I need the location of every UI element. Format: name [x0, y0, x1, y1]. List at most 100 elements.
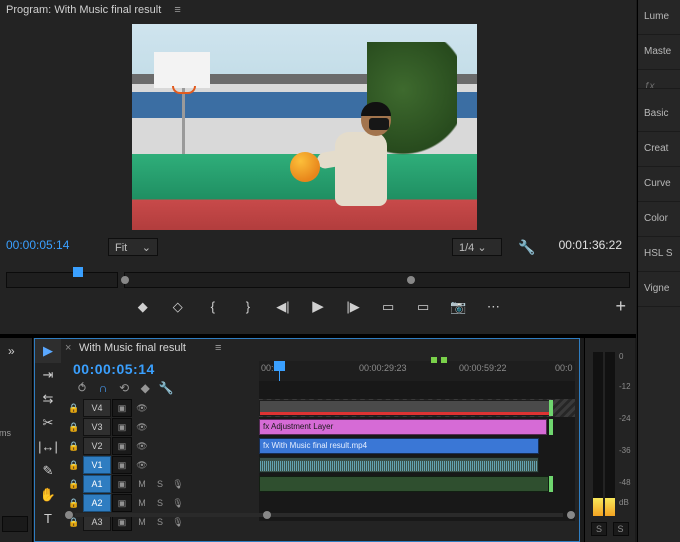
sync-lock-icon[interactable]: ▣: [112, 399, 132, 417]
meter-label: -12: [619, 382, 631, 391]
zoom-handle-right[interactable]: [567, 511, 575, 519]
sync-lock-icon[interactable]: ▣: [112, 437, 132, 455]
eye-icon[interactable]: 👁: [133, 400, 151, 416]
ruler-label: 00:00:59:22: [459, 363, 507, 373]
clip-adjustment-layer[interactable]: fx Adjustment Layer: [259, 419, 547, 435]
zoom-handle-right[interactable]: [407, 276, 415, 284]
track-name[interactable]: V2: [83, 437, 111, 455]
track-header-v2[interactable]: 🔒 V2 ▣ 👁: [65, 437, 257, 455]
playback-quality-dropdown[interactable]: 1/4 ⌄: [452, 238, 502, 256]
track-header-v1[interactable]: 🔒 V1 ▣ 👁: [65, 456, 257, 474]
timeline-tracks[interactable]: fx Adjustment Layer fx With Music final …: [259, 381, 575, 521]
pen-tool[interactable]: ✎: [35, 459, 61, 483]
timeline-current-timecode[interactable]: 00:00:05:14: [73, 361, 155, 377]
expand-panel-icon[interactable]: »: [8, 344, 15, 358]
track-name[interactable]: V3: [83, 418, 111, 436]
type-tool[interactable]: T: [35, 507, 61, 531]
insert-mode-icon[interactable]: ⥀: [73, 381, 91, 395]
timeline-sequence-name[interactable]: With Music final result: [79, 342, 186, 354]
export-frame-button[interactable]: 📷: [445, 296, 471, 318]
hand-tool[interactable]: ✋: [35, 483, 61, 507]
razor-tool[interactable]: ✂: [35, 411, 61, 435]
rhs-item-basic[interactable]: Basic: [638, 97, 680, 132]
zoom-handle-left[interactable]: [121, 276, 129, 284]
sync-lock-icon[interactable]: ▣: [112, 456, 132, 474]
sync-lock-icon[interactable]: ▣: [112, 418, 132, 436]
lock-icon[interactable]: 🔒: [65, 476, 83, 492]
track-select-tool[interactable]: ⇥: [35, 363, 61, 387]
zoom-fit-label: Fit: [115, 242, 127, 254]
rhs-item-master[interactable]: Maste: [638, 35, 680, 70]
partial-label-items: ems: [0, 428, 11, 438]
lock-icon[interactable]: 🔒: [65, 438, 83, 454]
rhs-item-lumetri[interactable]: Lume: [638, 0, 680, 35]
timeline-options: ⥀ ∩ ⟲ ◆ 🔧: [73, 381, 273, 399]
zoom-fit-dropdown[interactable]: Fit ⌄: [108, 238, 158, 256]
step-back-button[interactable]: ◀|: [270, 296, 296, 318]
track-name[interactable]: V1: [83, 456, 111, 474]
track-name[interactable]: V4: [83, 399, 111, 417]
rhs-item-curves[interactable]: Curve: [638, 167, 680, 202]
clip-v3[interactable]: [259, 400, 551, 416]
extract-button[interactable]: ▭: [410, 296, 436, 318]
eye-icon[interactable]: 👁: [133, 419, 151, 435]
rhs-item-vignette[interactable]: Vigne: [638, 272, 680, 307]
more-button[interactable]: ⋯: [480, 296, 506, 318]
eye-icon[interactable]: 👁: [133, 438, 151, 454]
program-current-timecode[interactable]: 00:00:05:14: [6, 238, 69, 252]
solo-left[interactable]: S: [591, 522, 607, 536]
play-button[interactable]: ▶: [305, 296, 331, 318]
voiceover-icon[interactable]: 🎙: [169, 476, 187, 492]
clip-a2[interactable]: [259, 476, 549, 492]
rhs-item-creative[interactable]: Creat: [638, 132, 680, 167]
panel-menu-icon[interactable]: ≡: [174, 4, 180, 16]
timeline-settings-icon[interactable]: 🔧: [157, 381, 175, 395]
zoom-handle-mid[interactable]: [263, 511, 271, 519]
rhs-item-color[interactable]: Color: [638, 202, 680, 237]
go-to-out-button[interactable]: }: [235, 296, 261, 318]
solo-button[interactable]: S: [151, 476, 169, 492]
clip-main-video[interactable]: fx With Music final result.mp4: [259, 438, 539, 454]
solo-right[interactable]: S: [613, 522, 629, 536]
program-title: Program: With Music final result ≡: [6, 4, 181, 16]
track-header-v3[interactable]: 🔒 V3 ▣ 👁: [65, 418, 257, 436]
program-playhead-icon[interactable]: [73, 267, 83, 277]
close-tab-icon[interactable]: ×: [65, 342, 71, 354]
step-forward-button[interactable]: |▶: [340, 296, 366, 318]
snap-icon[interactable]: ∩: [94, 381, 112, 395]
marker-icon[interactable]: [431, 357, 437, 363]
lock-icon[interactable]: 🔒: [65, 419, 83, 435]
lift-button[interactable]: ▭: [375, 296, 401, 318]
timeline-menu-icon[interactable]: ≡: [215, 342, 221, 354]
meter-right: [605, 352, 615, 516]
track-header-a1[interactable]: 🔒 A1 ▣ M S 🎙: [65, 475, 257, 493]
lock-icon[interactable]: 🔒: [65, 400, 83, 416]
selection-tool[interactable]: ▶: [35, 339, 61, 363]
ripple-edit-tool[interactable]: ⇆: [35, 387, 61, 411]
button-editor-add[interactable]: +: [615, 296, 626, 317]
rhs-item-hsl[interactable]: HSL S: [638, 237, 680, 272]
program-scrub-bar[interactable]: [6, 266, 630, 292]
mute-button[interactable]: M: [133, 476, 151, 492]
slip-tool[interactable]: |↔|: [35, 435, 61, 459]
marker-icon[interactable]: [441, 357, 447, 363]
quality-label: 1/4: [459, 242, 474, 254]
timeline-zoom-scroll[interactable]: [65, 509, 575, 521]
sync-lock-icon[interactable]: ▣: [112, 475, 132, 493]
track-name[interactable]: A1: [83, 475, 111, 493]
clip-a1[interactable]: [259, 457, 539, 473]
mark-in-button[interactable]: ◆: [130, 296, 156, 318]
timeline-ruler[interactable]: 00:00 00:00:29:23 00:00:59:22 00:0: [259, 361, 575, 381]
track-header-v4[interactable]: 🔒 V4 ▣ 👁: [65, 399, 257, 417]
linked-selection-icon[interactable]: ⟲: [115, 381, 133, 395]
lock-icon[interactable]: 🔒: [65, 457, 83, 473]
mark-out-button[interactable]: ◇: [165, 296, 191, 318]
panel-bottom-button[interactable]: [2, 516, 28, 532]
program-viewer[interactable]: [132, 24, 477, 230]
add-marker-icon[interactable]: ◆: [136, 381, 154, 395]
go-to-in-button[interactable]: {: [200, 296, 226, 318]
project-panel-collapsed: » ems: [0, 338, 33, 542]
settings-wrench-icon[interactable]: 🔧: [518, 239, 535, 256]
eye-icon[interactable]: 👁: [133, 457, 151, 473]
zoom-handle-left[interactable]: [65, 511, 73, 519]
